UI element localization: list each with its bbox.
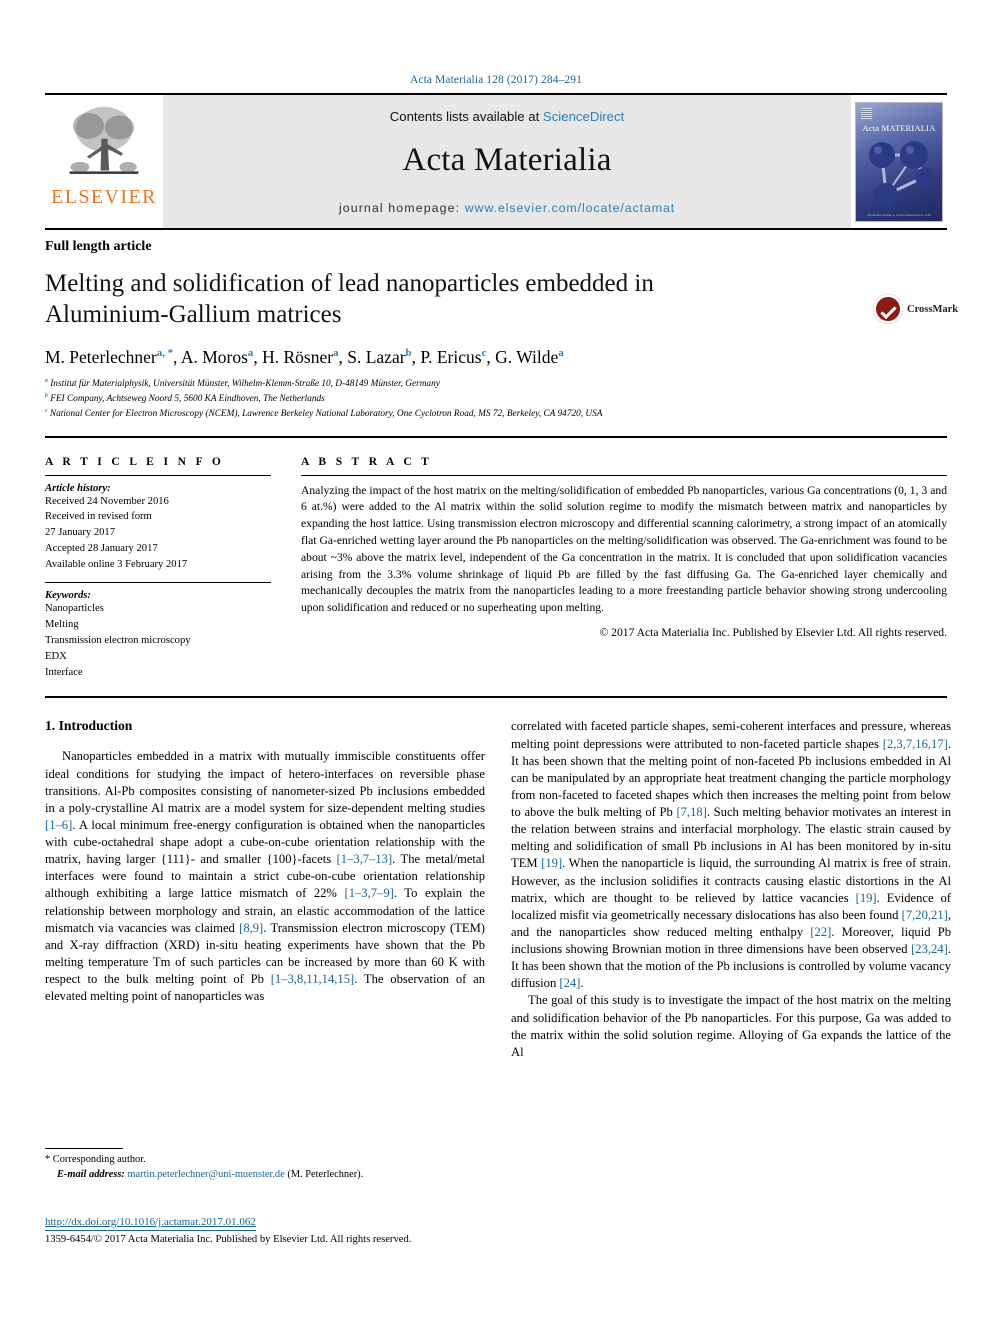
- history-item: Received 24 November 2016: [45, 495, 169, 507]
- corresponding-author-line: * Corresponding author.: [45, 1154, 146, 1165]
- email-suffix: (M. Peterlechner).: [287, 1168, 364, 1180]
- affiliation-mark: c: [45, 407, 48, 414]
- affiliation-mark: b: [45, 392, 48, 399]
- sciencedirect-link[interactable]: ScienceDirect: [543, 109, 624, 124]
- affiliation-mark: a: [45, 378, 48, 384]
- body-column-right: correlated with faceted particle shapes,…: [511, 718, 951, 1061]
- affiliation-item: c National Center for Electron Microscop…: [45, 407, 947, 422]
- history-item: Available online 3 February 2017: [45, 559, 188, 571]
- running-head: Acta Materialia 128 (2017) 284–291: [409, 74, 583, 86]
- keywords-rule: [45, 581, 271, 583]
- journal-masthead: ELSEVIER Contents lists available at Sci…: [45, 93, 947, 228]
- contents-prefix: Contents lists available at: [389, 109, 543, 124]
- author-name: M. Peterlechner: [45, 347, 157, 367]
- body-paragraph: correlated with faceted particle shapes,…: [511, 719, 952, 991]
- history-item: Accepted 28 January 2017: [45, 543, 158, 555]
- info-abstract-block: A R T I C L E I N F O Article history: R…: [45, 456, 947, 681]
- author-item: P. Ericusc: [420, 347, 486, 367]
- affiliation-text: FEI Company, Achtseweg Noord 5, 5600 KA …: [50, 393, 325, 404]
- author-item: G. Wildea: [495, 347, 564, 367]
- author-name: P. Ericus: [420, 347, 482, 367]
- author-item: S. Lazarb: [347, 347, 411, 367]
- keyword-item: Interface: [45, 666, 83, 678]
- affiliation-text: National Center for Electron Microscopy …: [49, 408, 603, 419]
- publisher-logo: ELSEVIER: [45, 95, 163, 228]
- issn-copyright-line: 1359-6454/© 2017 Acta Materialia Inc. Pu…: [45, 1233, 412, 1245]
- keyword-item: Transmission electron microscopy: [45, 634, 191, 646]
- cover-footer-text: Available online at www.sciencedirect.co…: [867, 212, 931, 217]
- affiliation-item: b FEI Company, Achtseweg Noord 5, 5600 K…: [45, 392, 947, 407]
- author-name: G. Wilde: [495, 347, 559, 367]
- contents-available-line: Contents lists available at ScienceDirec…: [163, 109, 851, 124]
- affiliation-list: a Institut für Materialphysik, Universit…: [45, 377, 947, 422]
- homepage-label: journal homepage:: [338, 201, 465, 215]
- body-column-left: 1. Introduction Nanoparticles embedded i…: [45, 718, 485, 1061]
- affiliation-item: a Institut für Materialphysik, Universit…: [45, 377, 947, 392]
- masthead-bottom-rule: [45, 228, 947, 230]
- keywords-label: Keywords:: [45, 589, 91, 601]
- keyword-item: EDX: [45, 650, 67, 662]
- cover-molecule-graphic: [869, 140, 933, 207]
- info-top-rule: [45, 435, 947, 438]
- elsevier-wordmark: ELSEVIER: [51, 186, 157, 208]
- abstract-rule: [301, 474, 947, 476]
- crossmark-label: CrossMark: [907, 303, 959, 315]
- abstract-text: Analyzing the impact of the host matrix …: [301, 483, 947, 615]
- doi-link[interactable]: http://dx.doi.org/10.1016/j.actamat.2017…: [45, 1216, 256, 1231]
- history-item: Received in revised form: [45, 511, 152, 523]
- elsevier-tree-icon: [69, 106, 139, 174]
- affiliation-text: Institut für Materialphysik, Universität…: [50, 379, 440, 390]
- article-info-heading: A R T I C L E I N F O: [45, 455, 225, 468]
- journal-cover-image: Acta MATERIALIA Available online at www.…: [855, 101, 943, 222]
- author-affiliation-mark: a: [558, 347, 564, 360]
- page-title: Melting and solidification of lead nanop…: [45, 270, 654, 328]
- body-top-rule: [45, 696, 947, 699]
- abstract-column: A B S T R A C T Analyzing the impact of …: [301, 456, 947, 681]
- article-history-label: Article history:: [45, 482, 111, 494]
- history-item: 27 January 2017: [45, 527, 116, 539]
- footer-block: http://dx.doi.org/10.1016/j.actamat.2017…: [45, 1212, 505, 1245]
- author-item: A. Morosa: [181, 347, 254, 367]
- article-info-rule: [45, 474, 271, 476]
- article-category: Full length article: [45, 239, 152, 254]
- body-paragraph: The goal of this study is to investigate…: [511, 993, 951, 1059]
- body-paragraph: Nanoparticles embedded in a matrix with …: [45, 749, 486, 1004]
- author-name: A. Moros: [180, 347, 248, 367]
- author-list: M. Peterlechnera, *, A. Morosa, H. Rösne…: [45, 347, 564, 367]
- author-item: M. Peterlechnera, *: [45, 347, 173, 367]
- article-info-column: A R T I C L E I N F O Article history: R…: [45, 456, 271, 681]
- author-affiliation-mark: b: [405, 347, 412, 360]
- body-columns: 1. Introduction Nanoparticles embedded i…: [45, 718, 951, 1061]
- author-affiliation-mark: a, *: [156, 347, 174, 360]
- crossmark-badge[interactable]: CrossMark: [873, 283, 958, 335]
- author-affiliation-mark: a: [247, 347, 254, 360]
- keyword-item: Melting: [45, 618, 79, 630]
- homepage-url-link[interactable]: www.elsevier.com/locate/actamat: [465, 201, 675, 215]
- email-label: E-mail address:: [57, 1168, 125, 1180]
- author-name: S. Lazar: [347, 347, 406, 367]
- email-link[interactable]: martin.peterlechner@uni-muenster.de: [127, 1169, 284, 1180]
- crossmark-check-icon: [873, 294, 903, 324]
- author-affiliation-mark: a: [333, 347, 339, 360]
- author-affiliation-mark: c: [481, 347, 487, 360]
- author-name: H. Rösner: [262, 347, 334, 367]
- keyword-item: Nanoparticles: [45, 602, 104, 614]
- author-item: H. Rösnera: [262, 347, 338, 367]
- masthead-right: Acta MATERIALIA Available online at www.…: [851, 95, 947, 228]
- email-line: E-mail address: martin.peterlechner@uni-…: [45, 1168, 485, 1183]
- corresponding-author-footnote: * Corresponding author. E-mail address: …: [45, 1148, 485, 1183]
- footnote-rule: [45, 1148, 123, 1149]
- masthead-center: Contents lists available at ScienceDirec…: [163, 95, 851, 228]
- abstract-copyright: © 2017 Acta Materialia Inc. Published by…: [599, 625, 947, 639]
- article-page: Acta Materialia 128 (2017) 284–291 ELSEV…: [0, 0, 992, 1323]
- section-heading-introduction: 1. Introduction: [45, 718, 133, 734]
- abstract-heading: A B S T R A C T: [301, 455, 433, 468]
- journal-homepage-line: journal homepage: www.elsevier.com/locat…: [163, 201, 851, 215]
- journal-title: Acta Materialia: [402, 142, 612, 178]
